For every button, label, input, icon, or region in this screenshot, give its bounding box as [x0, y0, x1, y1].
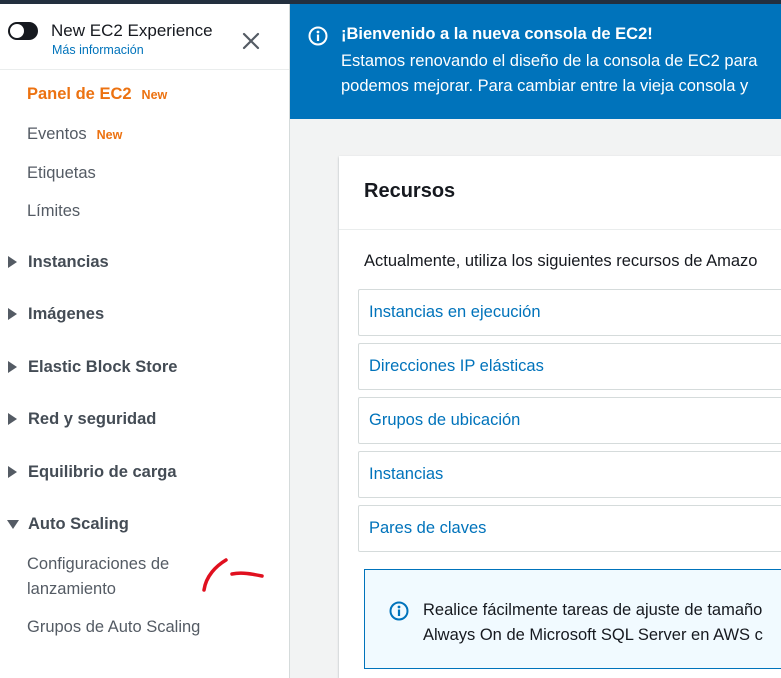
section-label: Equilibrio de carga [28, 462, 177, 481]
close-sidebar-button[interactable] [236, 26, 266, 56]
resource-card-running-instances[interactable]: Instancias en ejecución [358, 289, 781, 336]
sidebar-item-events[interactable]: Eventos New [27, 125, 122, 144]
resource-card-instances[interactable]: Instancias [358, 451, 781, 498]
sidebar-section-load-balancing[interactable]: Equilibrio de carga [6, 458, 177, 486]
banner-text: Estamos renovando el diseño de la consol… [341, 49, 781, 99]
sidebar: New EC2 Experience Más información Panel… [0, 4, 290, 678]
caret-right-icon [8, 466, 17, 478]
banner-line: podemos mejorar. Para cambiar entre la v… [341, 77, 749, 95]
welcome-banner: ¡Bienvenido a la nueva consola de EC2! E… [290, 4, 781, 119]
section-label: Red y seguridad [28, 409, 157, 428]
close-icon [242, 32, 260, 50]
sidebar-item-launch-configurations[interactable]: Configuraciones de lanzamiento [27, 552, 207, 602]
resource-card-elastic-ips[interactable]: Direcciones IP elásticas [358, 343, 781, 390]
sidebar-item-label: Panel de EC2 [27, 85, 132, 103]
sidebar-item-tags[interactable]: Etiquetas [27, 164, 96, 183]
banner-line: Estamos renovando el diseño de la consol… [341, 52, 758, 70]
new-experience-toggle[interactable] [8, 22, 38, 40]
sidebar-section-auto-scaling[interactable]: Auto Scaling [6, 510, 129, 538]
sidebar-section-elastic-block-store[interactable]: Elastic Block Store [6, 353, 177, 381]
caret-right-icon [8, 413, 17, 425]
experience-title: New EC2 Experience [51, 21, 213, 40]
resource-link[interactable]: Pares de claves [369, 519, 486, 538]
caret-right-icon [8, 308, 17, 320]
info-icon [308, 26, 328, 46]
resource-link[interactable]: Grupos de ubicación [369, 411, 520, 430]
banner-title: ¡Bienvenido a la nueva consola de EC2! [341, 25, 653, 43]
info-text: Realice fácilmente tareas de ajuste de t… [423, 598, 763, 648]
panel-description: Actualmente, utiliza los siguientes recu… [364, 252, 758, 270]
resource-card-placement-groups[interactable]: Grupos de ubicación [358, 397, 781, 444]
resource-link[interactable]: Direcciones IP elásticas [369, 357, 544, 376]
sidebar-item-auto-scaling-groups[interactable]: Grupos de Auto Scaling [27, 615, 200, 640]
caret-right-icon [8, 256, 17, 268]
section-label: Imágenes [28, 304, 105, 323]
caret-right-icon [8, 361, 17, 373]
resource-card-key-pairs[interactable]: Pares de claves [358, 505, 781, 552]
resource-link[interactable]: Instancias [369, 465, 443, 484]
sidebar-section-images[interactable]: Imágenes [6, 300, 104, 328]
sidebar-item-label: Eventos [27, 125, 87, 143]
info-line: Realice fácilmente tareas de ajuste de t… [423, 601, 763, 619]
sidebar-section-instances[interactable]: Instancias [6, 248, 109, 276]
section-label: Instancias [28, 252, 109, 271]
handwritten-arrow-annotation [202, 558, 264, 592]
new-badge: New [96, 128, 123, 142]
info-callout: Realice fácilmente tareas de ajuste de t… [364, 569, 781, 669]
panel-title: Recursos [364, 180, 456, 202]
more-info-link[interactable]: Más información [52, 43, 144, 57]
main-content: ¡Bienvenido a la nueva consola de EC2! E… [290, 4, 781, 678]
resource-link[interactable]: Instancias en ejecución [369, 303, 541, 322]
sidebar-item-limits[interactable]: Límites [27, 202, 80, 221]
section-label: Auto Scaling [28, 514, 129, 533]
sidebar-header: New EC2 Experience Más información [0, 4, 289, 70]
info-line: Always On de Microsoft SQL Server en AWS… [423, 626, 763, 644]
sidebar-section-network-security[interactable]: Red y seguridad [6, 405, 156, 433]
resources-panel: Recursos Actualmente, utiliza los siguie… [339, 156, 781, 678]
caret-down-icon [7, 520, 19, 529]
toggle-knob [10, 24, 24, 38]
panel-header: Recursos [339, 156, 781, 230]
sidebar-item-ec2-dashboard[interactable]: Panel de EC2 New [27, 85, 167, 104]
new-badge: New [141, 88, 168, 102]
section-label: Elastic Block Store [28, 357, 178, 376]
info-icon [389, 601, 409, 621]
